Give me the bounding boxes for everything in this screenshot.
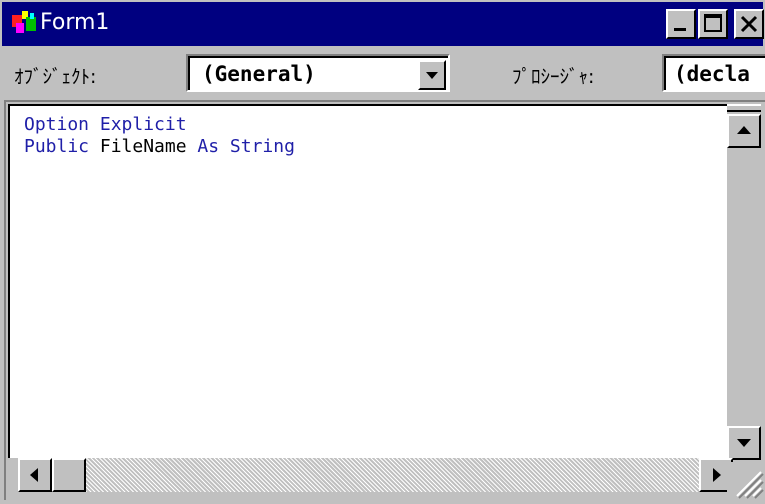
window-title: Form1 <box>40 10 110 35</box>
keyword-token: Option Explicit <box>24 114 187 135</box>
object-combobox-value: (General) <box>202 62 316 86</box>
maximize-icon <box>704 14 722 32</box>
scroll-down-button[interactable] <box>727 426 761 460</box>
procedure-label: ﾌﾟﾛｼｰｼﾞｬ: <box>512 66 595 88</box>
split-bar[interactable] <box>727 104 761 112</box>
keyword-token: As String <box>197 136 295 157</box>
code-line[interactable]: Public FileName As String <box>24 136 295 158</box>
title-bar[interactable]: Form1 <box>2 2 764 46</box>
object-label: ｵﾌﾞｼﾞｪｸﾄ: <box>14 66 97 88</box>
vertical-scroll-track[interactable] <box>727 148 761 426</box>
minimize-button[interactable] <box>666 9 696 39</box>
object-dropdown-button[interactable] <box>418 60 446 90</box>
horizontal-scroll-track[interactable] <box>86 458 699 492</box>
horizontal-scrollbar[interactable] <box>6 458 733 492</box>
keyword-token: Public <box>24 136 90 157</box>
arrow-up-icon <box>737 126 751 134</box>
close-button[interactable] <box>734 9 764 39</box>
close-icon <box>740 15 758 33</box>
code-area[interactable]: Option Explicit Public FileName As Strin… <box>8 104 731 460</box>
chevron-down-icon <box>426 72 438 79</box>
scroll-left-button[interactable] <box>18 458 52 492</box>
resize-grip[interactable] <box>727 462 765 500</box>
object-combobox[interactable]: (General) <box>186 54 450 92</box>
code-editor[interactable]: Option Explicit Public FileName As Strin… <box>4 100 765 500</box>
arrow-down-icon <box>737 439 751 447</box>
vertical-scrollbar[interactable] <box>727 104 761 462</box>
selector-row: ｵﾌﾞｼﾞｪｸﾄ: (General) ﾌﾟﾛｼｰｼﾞｬ: (decla <box>0 48 765 100</box>
arrow-left-icon <box>30 468 38 482</box>
procedure-combobox[interactable]: (decla <box>662 54 765 92</box>
code-line[interactable]: Option Explicit <box>24 114 187 136</box>
vb-form-icon[interactable] <box>12 11 38 35</box>
procedure-combobox-value: (decla <box>674 62 750 86</box>
code-window: Form1 ｵﾌﾞｼﾞｪｸﾄ: (General) ﾌﾟﾛｼｰｼﾞｬ: (dec… <box>0 0 765 500</box>
resize-grip-icon <box>736 471 764 499</box>
maximize-button[interactable] <box>698 9 728 39</box>
minimize-icon <box>674 28 686 31</box>
identifier-token: FileName <box>89 136 198 157</box>
scroll-up-button[interactable] <box>727 114 761 148</box>
horizontal-scroll-thumb[interactable] <box>52 458 86 492</box>
